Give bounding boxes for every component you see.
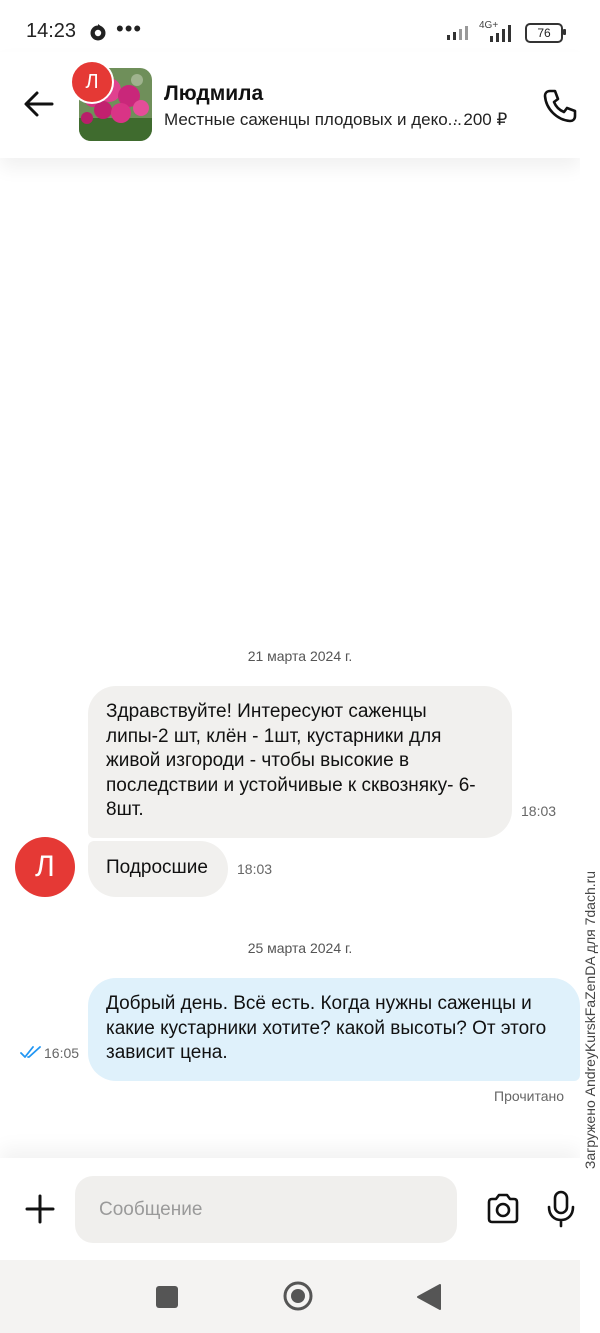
signal-icon-2 bbox=[490, 25, 511, 42]
message-composer bbox=[0, 1158, 580, 1260]
message-bubble-incoming[interactable]: Здравствуйте! Интересуют саженцы липы-2 … bbox=[88, 686, 512, 838]
system-nav-bar bbox=[0, 1260, 580, 1333]
read-double-check-icon bbox=[20, 1046, 41, 1058]
nav-back-button[interactable] bbox=[416, 1283, 442, 1311]
chat-header: Л Людмила Местные саженцы плодовых и дек… bbox=[0, 52, 580, 158]
camera-icon[interactable] bbox=[485, 1191, 521, 1227]
plus-icon[interactable] bbox=[24, 1193, 56, 1225]
seller-avatar-badge: Л bbox=[70, 60, 114, 104]
battery-icon: 76 bbox=[525, 23, 563, 43]
home-button[interactable] bbox=[282, 1280, 314, 1312]
signal-icon bbox=[447, 26, 468, 40]
date-separator: 25 марта 2024 г. bbox=[247, 940, 353, 956]
watermark-strip: Загружено AndreyKurskFaZenDA для 7dach.r… bbox=[580, 0, 600, 1333]
message-input[interactable] bbox=[75, 1176, 457, 1243]
sender-avatar[interactable]: Л bbox=[15, 837, 75, 897]
battery-level: 76 bbox=[537, 26, 551, 40]
battery-tip bbox=[563, 29, 566, 35]
message-text: Здравствуйте! Интересуют саженцы липы-2 … bbox=[106, 701, 476, 820]
message-bubble-incoming[interactable]: Подросшие bbox=[88, 841, 228, 897]
back-arrow-icon[interactable] bbox=[22, 87, 56, 121]
status-bar: 14:23 ••• 4G+ 76 bbox=[0, 0, 580, 52]
date-separator: 21 марта 2024 г. bbox=[247, 648, 353, 664]
contact-name[interactable]: Людмила bbox=[164, 82, 263, 106]
status-more-dots: ••• bbox=[116, 16, 143, 41]
message-text: Добрый день. Всё есть. Когда нужны сажен… bbox=[106, 993, 547, 1063]
watermark-text: Загружено AndreyKurskFaZenDA для 7dach.r… bbox=[582, 870, 598, 1170]
status-time: 14:23 bbox=[26, 20, 77, 42]
recent-apps-button[interactable] bbox=[156, 1286, 178, 1308]
listing-price: · 200 ₽ bbox=[453, 110, 508, 129]
message-time: 16:05 bbox=[44, 1045, 80, 1061]
listing-title[interactable]: Местные саженцы плодовых и деко... bbox=[164, 110, 462, 130]
read-status: Прочитано bbox=[494, 1088, 564, 1104]
message-bubble-outgoing[interactable]: Добрый день. Всё есть. Когда нужны сажен… bbox=[88, 978, 580, 1081]
microphone-icon[interactable] bbox=[545, 1190, 577, 1228]
phone-call-icon[interactable] bbox=[542, 88, 578, 124]
message-time: 18:03 bbox=[237, 861, 273, 877]
app-notification-icon bbox=[90, 24, 106, 41]
message-text: Подросшие bbox=[106, 857, 208, 878]
message-time: 18:03 bbox=[521, 803, 557, 819]
